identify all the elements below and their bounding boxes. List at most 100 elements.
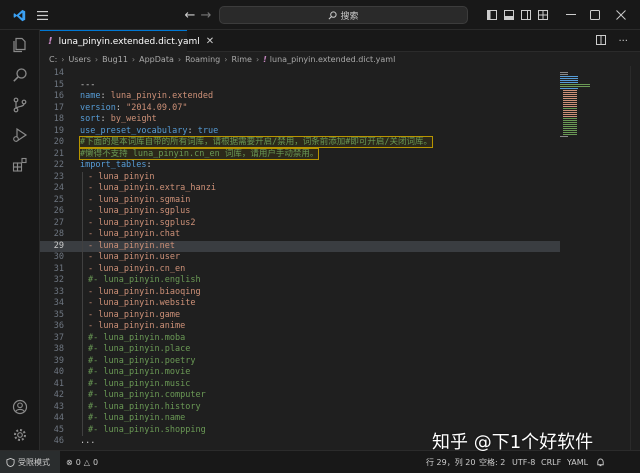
breadcrumb-item[interactable]: C: xyxy=(49,55,57,64)
breadcrumb-item[interactable]: AppData xyxy=(139,55,174,64)
code-line[interactable]: 40 #- luna_pinyin.movie xyxy=(40,367,560,379)
code-line[interactable]: 43 #- luna_pinyin.history xyxy=(40,402,560,414)
code-line[interactable]: 42 #- luna_pinyin.computer xyxy=(40,390,560,402)
line-content: #- luna_pinyin.place xyxy=(88,344,190,356)
maximize-icon[interactable] xyxy=(584,0,606,30)
minimize-icon[interactable] xyxy=(560,0,582,30)
command-center-search[interactable]: 搜索 xyxy=(219,6,468,24)
line-number: 29 xyxy=(53,240,64,251)
breadcrumb-item[interactable]: Bug11 xyxy=(102,55,128,64)
code-line[interactable]: 28 - luna_pinyin.chat xyxy=(40,229,560,241)
minimap-line xyxy=(560,76,578,78)
line-number: 31 xyxy=(53,263,64,274)
code-line[interactable]: 18 sort: by_weight xyxy=(40,114,560,126)
problems-indicator[interactable]: ⊗ 0 △ 0 xyxy=(66,451,98,473)
extensions-icon[interactable] xyxy=(0,150,40,180)
code-line[interactable]: 20 #下面的是本词库自带的所有词库，请根据需要开启/禁用，词条前添加#即可开启/… xyxy=(40,136,560,149)
yaml-key: name xyxy=(80,91,101,101)
line-number: 15 xyxy=(53,79,64,90)
shield-icon xyxy=(6,457,15,467)
title-bar: ← → 搜索 xyxy=(0,0,640,30)
breadcrumb-item[interactable]: luna_pinyin.extended.dict.yaml xyxy=(270,55,396,64)
code-line[interactable]: 23 - luna_pinyin xyxy=(40,172,560,184)
toggle-sidebar-icon[interactable] xyxy=(485,0,499,30)
code-line[interactable]: 44 #- luna_pinyin.name xyxy=(40,413,560,425)
code-line[interactable]: 35 - luna_pinyin.game xyxy=(40,310,560,322)
tab-luna-pinyin-extended[interactable]: ! luna_pinyin.extended.dict.yaml ✕ xyxy=(40,30,214,52)
code-line[interactable]: 26 - luna_pinyin.sgplus xyxy=(40,206,560,218)
close-window-icon[interactable] xyxy=(610,0,632,30)
code-line[interactable]: 32 #- luna_pinyin.english xyxy=(40,275,560,287)
code-line[interactable]: 33 - luna_pinyin.biaoqing xyxy=(40,287,560,299)
account-icon[interactable] xyxy=(0,392,40,422)
code-editor[interactable]: 14 15 --- 16 name: luna_pinyin.extended 17 ver… xyxy=(40,66,640,450)
restricted-mode-indicator[interactable]: 受限模式 xyxy=(0,451,60,473)
run-debug-icon[interactable] xyxy=(0,120,40,150)
line-content: - luna_pinyin.net xyxy=(88,241,175,253)
indentation[interactable]: 空格: 2 xyxy=(479,451,505,473)
line-ending[interactable]: CRLF xyxy=(541,451,561,473)
code-line[interactable]: 37 #- luna_pinyin.moba xyxy=(40,333,560,345)
line-content: - luna_pinyin.cn_en xyxy=(88,264,185,276)
minimap-line xyxy=(563,114,577,116)
code-line[interactable]: 22 import_tables: xyxy=(40,160,560,172)
code-line[interactable]: 39 #- luna_pinyin.poetry xyxy=(40,356,560,368)
line-number: 43 xyxy=(53,401,64,412)
layout-icon[interactable] xyxy=(536,0,550,30)
indentation-label: 空格: 2 xyxy=(479,457,506,467)
vertical-scrollbar[interactable] xyxy=(630,66,640,450)
list-item: - luna_pinyin.anime xyxy=(88,321,186,331)
breadcrumb: C: › Users › Bug11 › AppData › Roaming › Rime… xyxy=(40,52,640,66)
list-item: - luna_pinyin.chat xyxy=(88,229,181,239)
settings-gear-icon[interactable] xyxy=(0,420,40,450)
menu-icon[interactable] xyxy=(33,0,51,30)
code-line[interactable]: 16 name: luna_pinyin.extended xyxy=(40,91,560,103)
line-content: ... xyxy=(80,436,95,448)
toggle-secondary-sidebar-icon[interactable] xyxy=(519,0,533,30)
source-control-icon[interactable] xyxy=(0,90,40,120)
notifications-icon[interactable] xyxy=(596,451,605,473)
code-line[interactable]: 21 #懒得不支持 luna_pinyin.cn_en 词库，请用户手动禁用。 xyxy=(40,147,560,161)
code-line[interactable]: 36 - luna_pinyin.anime xyxy=(40,321,560,333)
breadcrumb-item[interactable]: Rime xyxy=(231,55,252,64)
encoding[interactable]: UTF-8 xyxy=(512,451,535,473)
line-number: 18 xyxy=(53,114,64,124)
encoding-label: UTF-8 xyxy=(512,457,536,467)
code-line[interactable]: 34 - luna_pinyin.website xyxy=(40,298,560,310)
code-line[interactable]: 30 - luna_pinyin.user xyxy=(40,252,560,264)
code-line[interactable]: 15 --- xyxy=(40,80,560,92)
minimap-line xyxy=(563,134,577,136)
commented-item: #- luna_pinyin.history xyxy=(88,401,201,412)
line-content: #- luna_pinyin.poetry xyxy=(88,356,195,368)
more-actions-icon[interactable]: ··· xyxy=(618,36,628,47)
code-line[interactable]: 25 - luna_pinyin.sgmain xyxy=(40,195,560,207)
code-line[interactable]: 17 version: "2014.09.07" xyxy=(40,103,560,115)
list-item: - luna_pinyin.sgmain xyxy=(88,194,191,205)
line-number: 27 xyxy=(53,217,64,228)
code-line[interactable]: 27 - luna_pinyin.sgplus2 xyxy=(40,218,560,230)
search-view-icon[interactable] xyxy=(0,60,40,90)
code-line[interactable]: 31 - luna_pinyin.cn_en xyxy=(40,264,560,276)
back-icon[interactable]: ← xyxy=(183,0,197,30)
forward-icon[interactable]: → xyxy=(199,0,213,30)
minimap-line xyxy=(563,116,577,118)
language-mode[interactable]: YAML xyxy=(567,451,588,473)
cursor-position[interactable]: 行 29，列 20 xyxy=(426,451,475,473)
line-number: 35 xyxy=(53,309,64,320)
explorer-icon[interactable] xyxy=(0,30,40,60)
code-line[interactable]: 38 #- luna_pinyin.place xyxy=(40,344,560,356)
minimap[interactable] xyxy=(560,66,628,450)
code-line[interactable]: 41 #- luna_pinyin.music xyxy=(40,379,560,391)
split-editor-icon[interactable] xyxy=(596,34,607,48)
plain-text: ... xyxy=(80,436,96,446)
breadcrumb-item[interactable]: Roaming xyxy=(185,55,220,64)
code-line[interactable]: 29 - luna_pinyin.net xyxy=(40,240,560,253)
watermark: 知乎 @下1个好软件 xyxy=(432,432,594,453)
code-line[interactable]: 14 xyxy=(40,68,560,80)
minimap-line xyxy=(560,80,578,82)
toggle-panel-icon[interactable] xyxy=(502,0,516,30)
code-line[interactable]: 24 - luna_pinyin.extra_hanzi xyxy=(40,183,560,195)
code-line[interactable]: 19 use_preset_vocabulary: true xyxy=(40,126,560,138)
breadcrumb-item[interactable]: Users xyxy=(68,55,90,64)
close-icon[interactable]: ✕ xyxy=(206,36,214,47)
